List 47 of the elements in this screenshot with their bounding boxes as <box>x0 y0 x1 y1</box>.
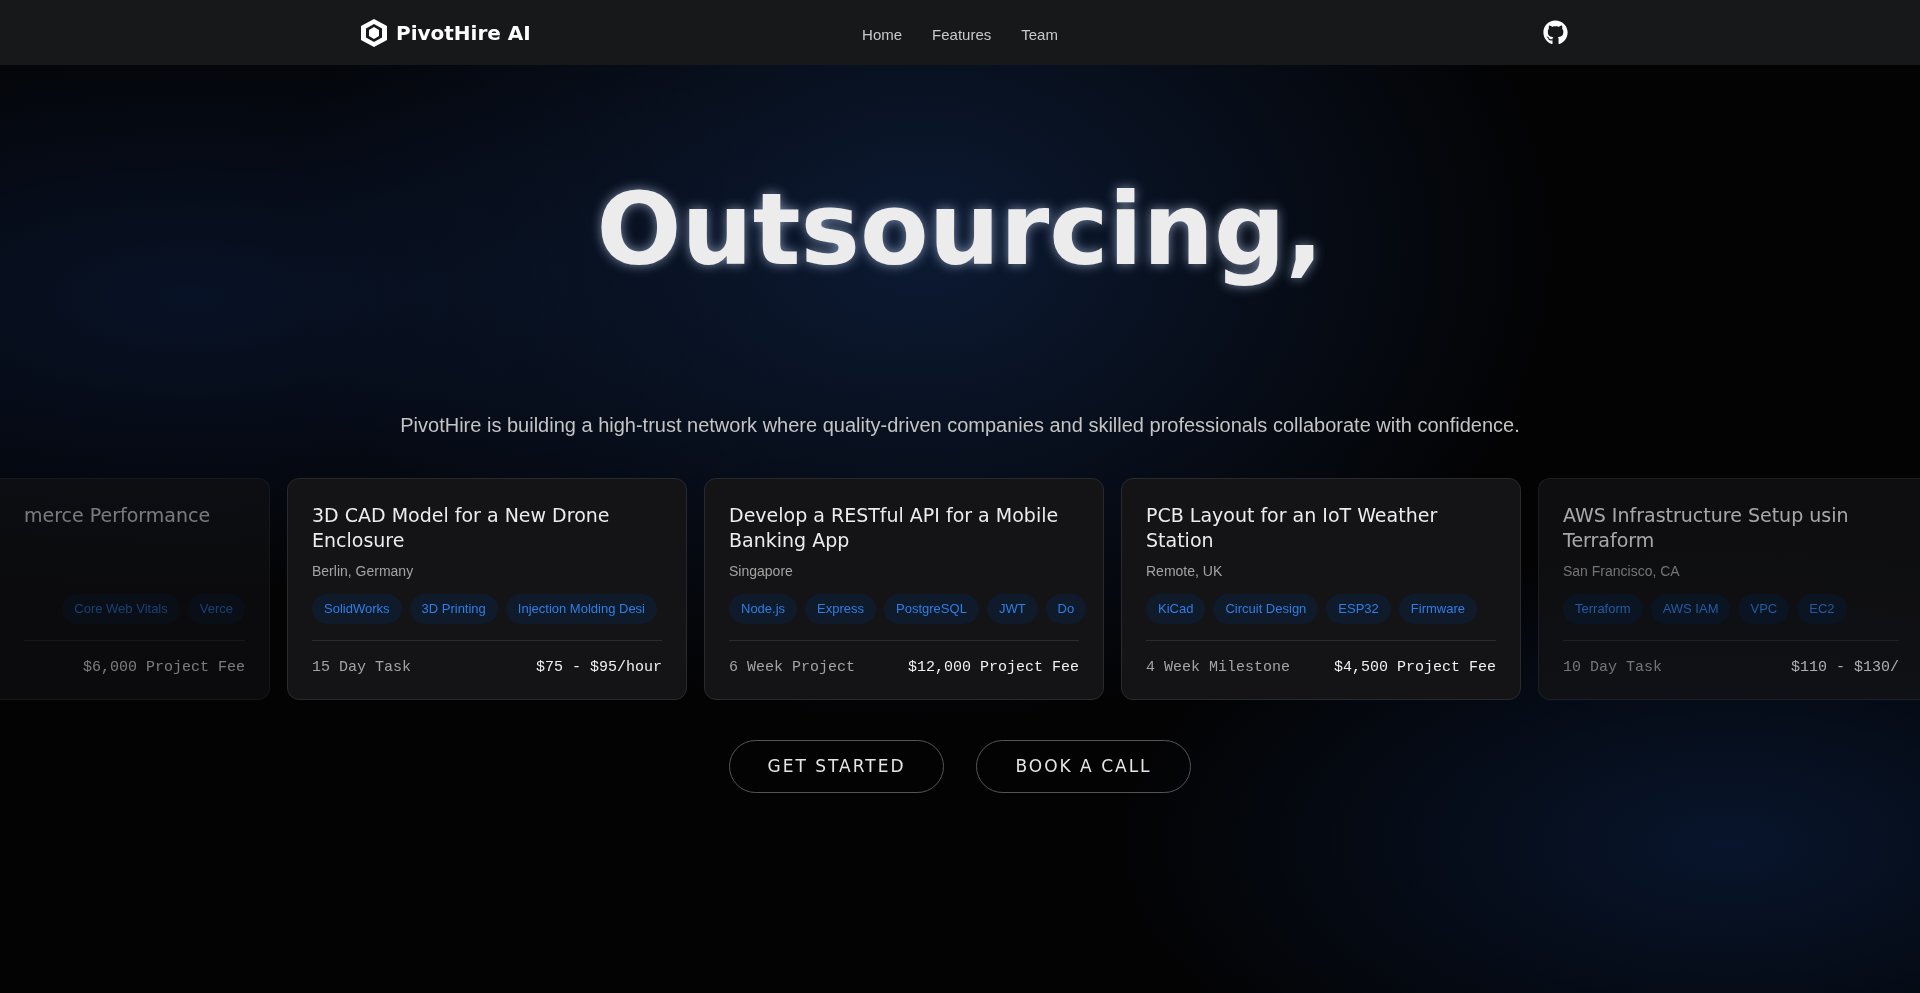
job-card[interactable]: AWS Infrastructure Setup usin Terraform San Francisco, CA Terraform AWS IAM VPC EC2 10 Day Task $110 - $130/ <box>1538 478 1920 700</box>
hero-title: Outsourcing, <box>596 170 1324 290</box>
job-title: merce Performance <box>24 503 212 528</box>
job-duration: 15 Day Task <box>312 657 412 678</box>
job-price: $75 - $95/hour <box>535 657 662 678</box>
job-location: Remote, UK <box>1146 562 1224 581</box>
job-price: $110 - $130/ <box>1790 657 1899 678</box>
job-card[interactable]: 3D CAD Model for a New Drone Enclosure Berlin, Germany SolidWorks 3D Printing Injection Molding Desi 15 Day Task $75 - $95/hour <box>287 478 687 700</box>
hero-subtitle: PivotHire is building a high-trust network where quality-driven companies and skilled professionals collaborate with confidence. <box>400 413 1520 438</box>
skill-tag: VPC <box>1738 594 1790 624</box>
skill-tag: Injection Molding Desi <box>505 594 657 624</box>
job-price: $6,000 Project Fee <box>82 657 245 678</box>
skill-tag: JWT <box>986 594 1038 624</box>
job-location: San Francisco, CA <box>1563 562 1681 581</box>
skill-tag: SolidWorks <box>312 594 402 624</box>
skill-tag: Do <box>1045 594 1087 624</box>
job-title: 3D CAD Model for a New Drone Enclosure <box>312 503 611 553</box>
job-title: PCB Layout for an IoT Weather Station <box>1146 503 1439 553</box>
job-location: Berlin, Germany <box>312 562 415 581</box>
skill-tag: AWS IAM <box>1650 594 1731 624</box>
job-price: $4,500 Project Fee <box>1333 657 1496 678</box>
skill-tag: Verce <box>187 594 245 624</box>
github-icon[interactable] <box>1543 20 1568 45</box>
job-price: $12,000 Project Fee <box>907 657 1079 678</box>
job-duration: 6 Week Project <box>729 657 856 678</box>
skill-tag: PostgreSQL <box>884 594 979 624</box>
skill-tag: Node.js <box>729 594 798 624</box>
job-location: Singapore <box>729 562 794 581</box>
skill-tag: Terraform <box>1563 594 1643 624</box>
skill-tag: Core Web Vitals <box>62 594 180 624</box>
skill-tag: 3D Printing <box>409 594 498 624</box>
nav-link[interactable]: Home <box>862 24 903 47</box>
job-duration: 10 Day Task <box>1563 657 1663 678</box>
job-duration: 4 Week Milestone <box>1146 657 1291 678</box>
job-title: AWS Infrastructure Setup usin Terraform <box>1563 503 1850 553</box>
job-card[interactable]: PCB Layout for an IoT Weather Station Remote, UK KiCad Circuit Design ESP32 Firmware 4 Week Milestone $4,500 Project Fee <box>1121 478 1521 700</box>
nav-link[interactable]: Team <box>1021 24 1058 47</box>
skill-tag: Firmware <box>1398 594 1477 624</box>
skill-tag: Express <box>805 594 877 624</box>
brand-logo[interactable]: PivotHire AI <box>360 17 760 48</box>
skill-tag: KiCad <box>1146 594 1206 624</box>
nav-link[interactable]: Features <box>932 24 992 47</box>
job-title: Develop a RESTful API for a Mobile Banking App <box>729 503 1060 553</box>
job-card[interactable]: Develop a RESTful API for a Mobile Banking App Singapore Node.js Express PostgreSQL JWT Do 6 Week Project $12,000 Project Fee <box>704 478 1104 700</box>
skill-tag: Circuit Design <box>1213 594 1319 624</box>
skill-tag: EC2 <box>1797 594 1847 624</box>
skill-tag: ESP32 <box>1326 594 1391 624</box>
